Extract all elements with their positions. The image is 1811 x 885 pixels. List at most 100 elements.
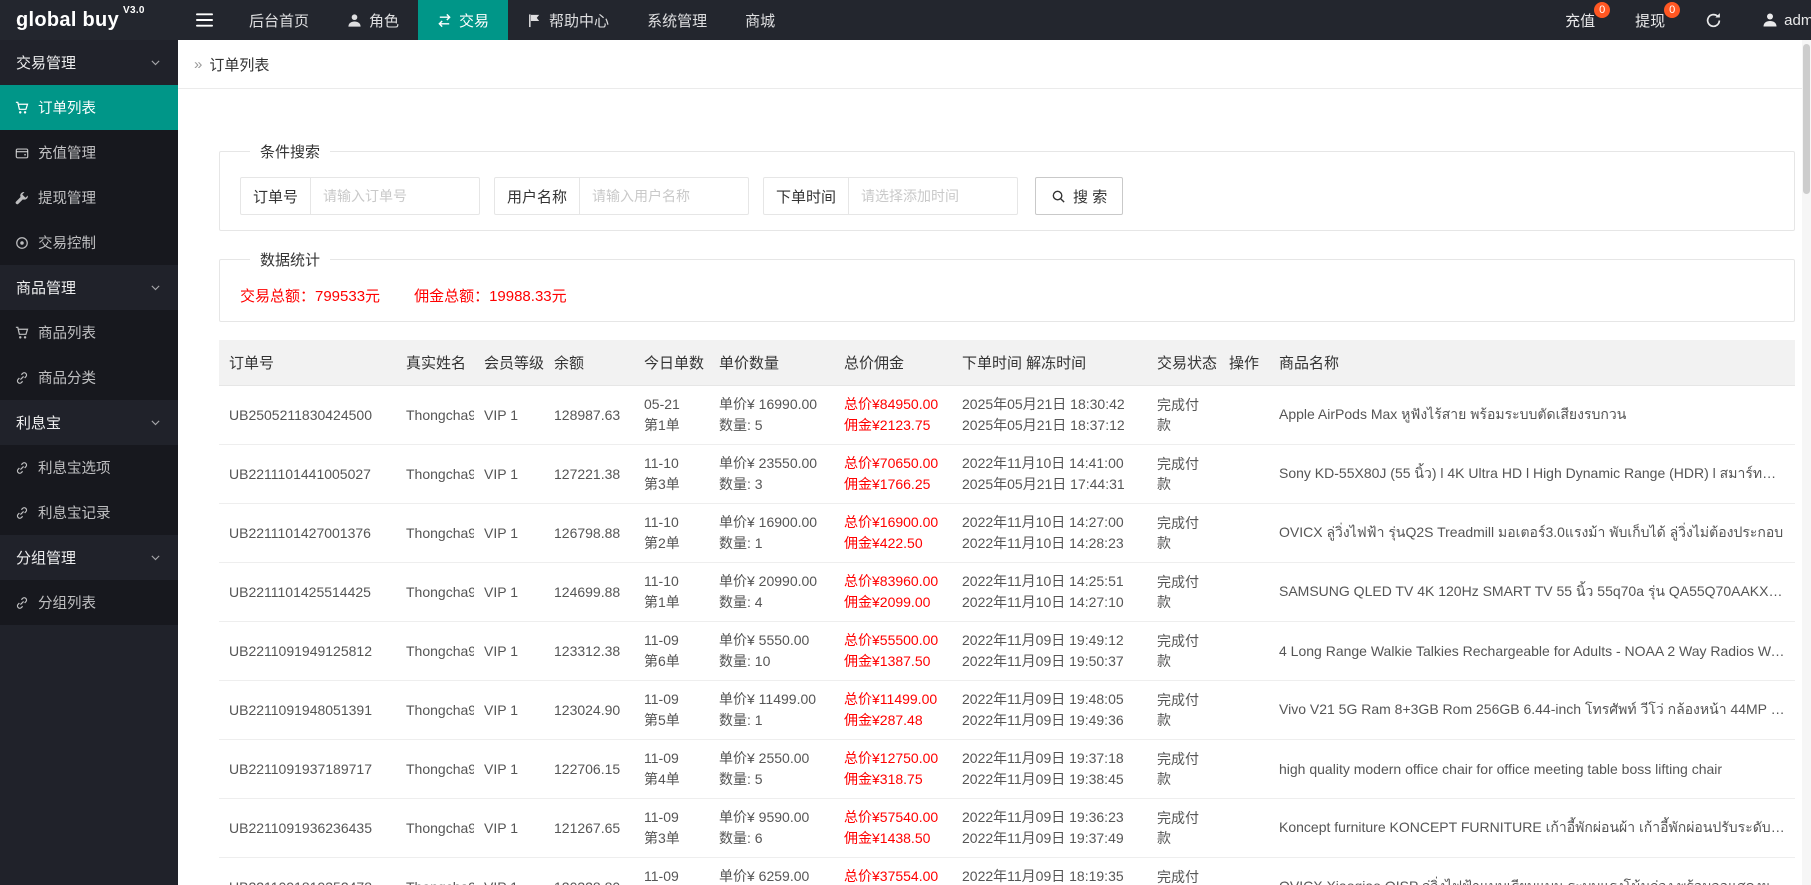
topnav-item-0[interactable]: 后台首页 [230,0,328,40]
sidebar-group-3[interactable]: 分组管理 [0,535,178,580]
sidebar-item-0-3[interactable]: 交易控制 [0,220,178,265]
refresh-icon [1705,12,1722,29]
search-legend: 条件搜索 [260,144,321,161]
cell-balance: 121267.65 [544,798,634,858]
table-row: UB2211091948051391Thongcha99VIP 1123024.… [219,680,1795,740]
unit-price-value: 单价¥ 16900.00 [719,514,818,530]
unfreeze-time-value: 2025年05月21日 18:37:12 [962,417,1125,433]
topnav-item-2[interactable]: 交易 [418,0,509,40]
sidebar-item-label: 充值管理 [38,146,96,162]
stats-legend: 数据统计 [260,252,321,269]
sidebar-group-0[interactable]: 交易管理 [0,40,178,85]
sidebar-item-0-0[interactable]: 订单列表 [0,85,178,130]
stats-row: 交易总额：799533元 佣金总额：19988.33元 [240,285,1774,306]
menu-toggle-button[interactable] [178,0,230,40]
sidebar-group-2[interactable]: 利息宝 [0,400,178,445]
topnav-item-1[interactable]: 角色 [328,0,418,40]
search-field-label: 下单时间 [764,178,850,214]
recharge-button[interactable]: 充值 0 [1545,0,1615,40]
cart-icon [15,101,29,115]
search-field-label: 订单号 [241,178,312,214]
column-header-8: 交易状态 [1147,340,1219,386]
cell-real-name: Thongcha99 [396,680,474,740]
cell-total-commission: 总价¥55500.00 佣金¥1387.50 [834,621,952,681]
cell-price-qty: 单价¥ 2550.00 数量: 5 [709,739,834,799]
sidebar-item-0-1[interactable]: 充值管理 [0,130,178,175]
withdraw-button[interactable]: 提现 0 [1615,0,1685,40]
commission-value: 佣金¥2123.75 [844,417,931,433]
sidebar-item-0-2[interactable]: 提现管理 [0,175,178,220]
cell-day-orders: 11-09 第6单 [634,621,709,681]
sidebar-item-1-1[interactable]: 商品分类 [0,355,178,400]
commission-value: 佣金¥287.48 [844,712,923,728]
column-header-2: 会员等级 [474,340,544,386]
unfreeze-time-value: 2022年11月10日 14:28:23 [962,535,1124,551]
search-button[interactable]: 搜 索 [1035,177,1124,215]
cell-day-orders: 11-10 第3单 [634,444,709,504]
cell-product: Koncept furniture KONCEPT FURNITURE เก้า… [1269,798,1795,858]
control-icon [15,236,29,250]
total-value: 总价¥83960.00 [844,573,939,589]
cell-actions [1219,798,1269,858]
sidebar-item-1-0[interactable]: 商品列表 [0,310,178,355]
table-row: UB2211091937189717Thongcha99VIP 1122706.… [219,739,1795,799]
hamburger-icon [195,13,213,27]
flag-icon [527,13,542,28]
sidebar-item-label: 提现管理 [38,191,96,207]
cell-real-name: Thongcha99 [396,503,474,563]
chevron-down-icon [149,551,162,564]
cell-day-orders: 05-21 第1单 [634,385,709,445]
cell-vip-level: VIP 1 [474,385,544,445]
unit-price-value: 单价¥ 16990.00 [719,396,818,412]
search-form: 订单号 用户名称 下单时间 搜 索 [240,177,1774,215]
scrollbar-thumb[interactable] [1803,44,1810,194]
user-menu[interactable]: admin [1742,0,1811,40]
stats-commission: 佣金总额：19988.33元 [414,288,567,305]
table-row: UB2211101441005027Thongcha99VIP 1127221.… [219,444,1795,504]
sidebar-group-1[interactable]: 商品管理 [0,265,178,310]
total-value: 总价¥37554.00 [844,868,939,884]
sidebar-item-2-0[interactable]: 利息宝选项 [0,445,178,490]
topnav-item-4[interactable]: 系统管理 [628,0,726,40]
cell-real-name: Thongcha99 [396,798,474,858]
cell-order-no: UB2211091937189717 [219,739,396,799]
cell-times: 2022年11月09日 18:19:352022年11月09日 18:21:23 [952,857,1147,885]
day-value: 11-09 [644,750,679,766]
quantity-value: 数量: 3 [719,476,763,492]
cell-day-orders: 11-09 第4单 [634,739,709,799]
sidebar-item-3-0[interactable]: 分组列表 [0,580,178,625]
sidebar-item-2-1[interactable]: 利息宝记录 [0,490,178,535]
cell-price-qty: 单价¥ 16990.00 数量: 5 [709,385,834,445]
order-no-input[interactable] [311,178,480,214]
topnav-item-3[interactable]: 帮助中心 [508,0,628,40]
cell-times: 2025年05月21日 18:30:42 2025年05月21日 18:37:12 [952,385,1147,445]
order-time-value: 2022年11月09日 19:49:12 [962,632,1124,648]
vertical-scrollbar[interactable] [1802,40,1811,885]
brand-version: V3.0 [123,5,145,16]
column-header-4: 今日单数 [634,340,709,386]
cell-total-commission: 总价¥57540.00 佣金¥1438.50 [834,798,952,858]
cell-times: 2022年11月09日 19:49:12 2022年11月09日 19:50:37 [952,621,1147,681]
commission-value: 佣金¥422.50 [844,535,923,551]
cell-times: 2022年11月09日 19:48:05 2022年11月09日 19:49:36 [952,680,1147,740]
order-time-value: 2022年11月09日 19:37:18 [962,750,1124,766]
table-row: UB2211091819352478Thongcha99VIP 1120328.… [219,857,1795,885]
cell-vip-level: VIP 1 [474,798,544,858]
unfreeze-time-value: 2022年11月09日 19:50:37 [962,653,1124,669]
cell-product: high quality modern office chair for off… [1269,739,1795,799]
topnav-item-5[interactable]: 商城 [726,0,794,40]
refresh-button[interactable] [1685,0,1742,40]
link-icon [15,596,29,610]
link-icon [15,371,29,385]
cell-order-no: UB2211091819352478 [219,857,396,885]
cell-price-qty: 单价¥ 5550.00 数量: 10 [709,621,834,681]
cell-day-orders: 11-09 第3单 [634,798,709,858]
total-value: 总价¥11499.00 [844,691,938,707]
column-header-5: 单价数量 [709,340,834,386]
user-name-input[interactable] [580,178,749,214]
order-time-value: 2022年11月10日 14:27:00 [962,514,1124,530]
cell-total-commission: 总价¥84950.00 佣金¥2123.75 [834,385,952,445]
order-time-input[interactable] [849,178,1018,214]
cell-total-commission: 总价¥16900.00 佣金¥422.50 [834,503,952,563]
order-time-value: 2022年11月09日 19:48:05 [962,691,1124,707]
